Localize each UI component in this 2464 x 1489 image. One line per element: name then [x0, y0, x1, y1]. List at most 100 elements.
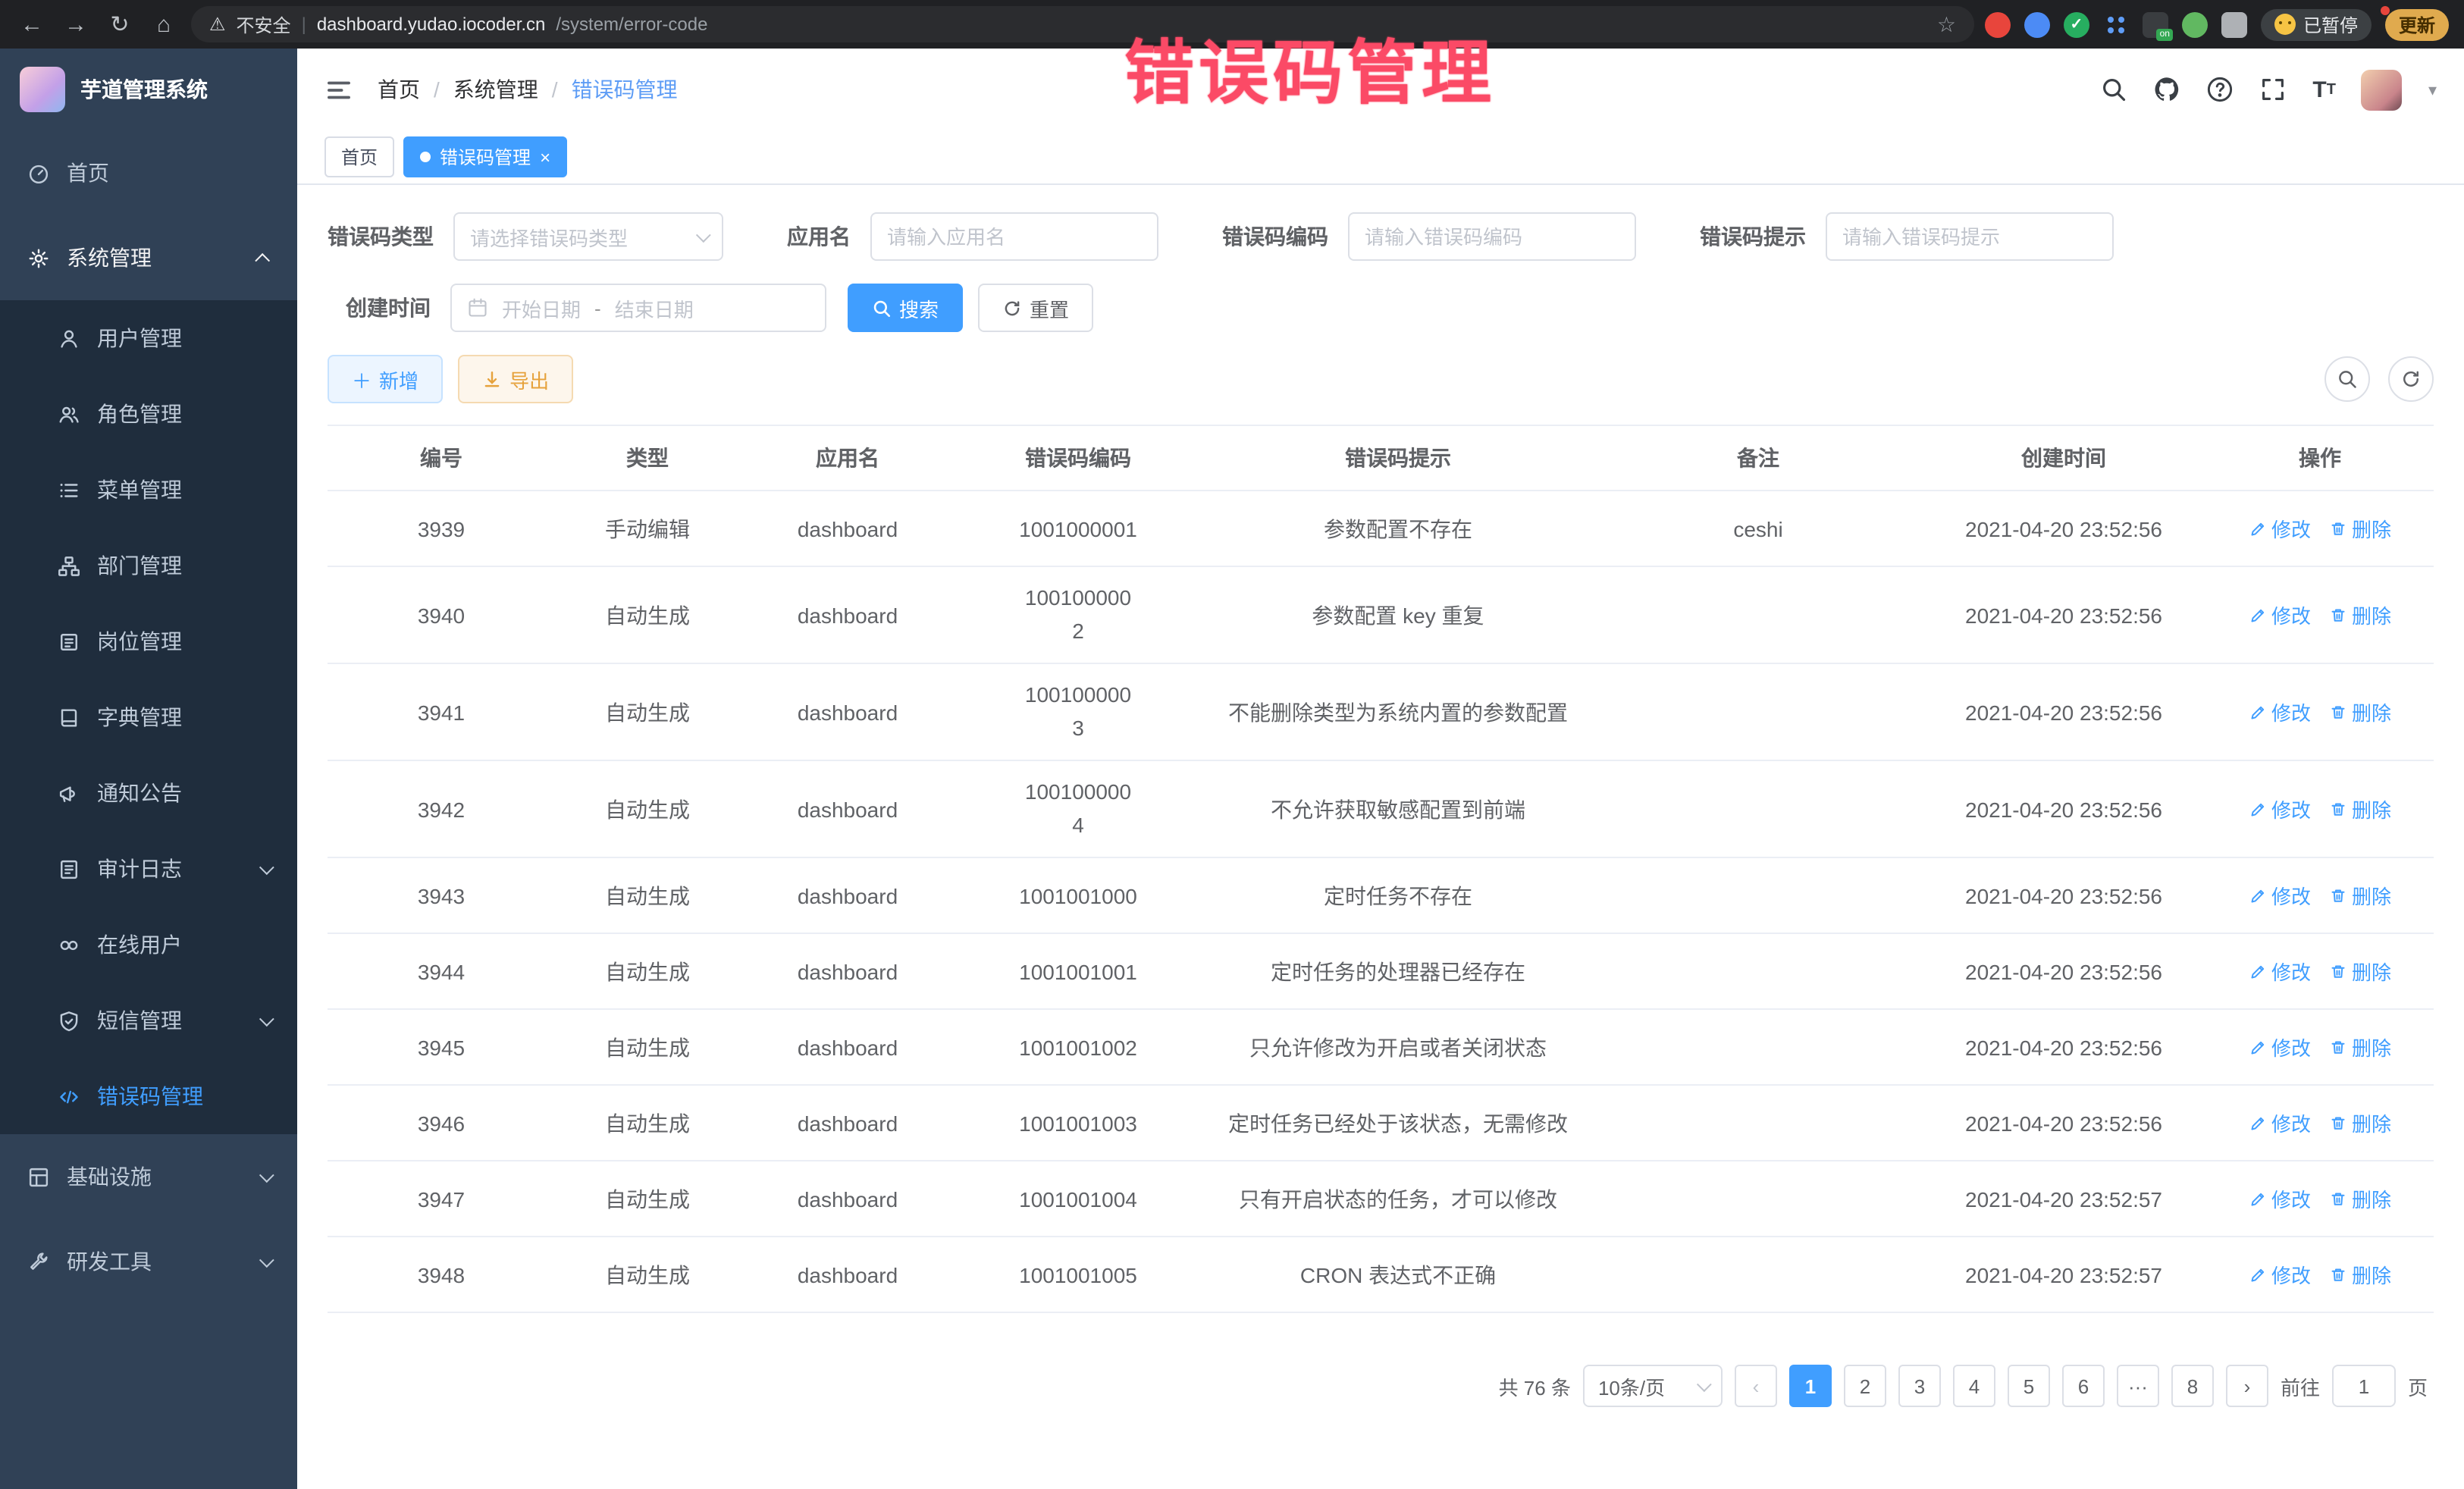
- page-button-2[interactable]: 2: [1844, 1365, 1886, 1407]
- page-button-8[interactable]: 8: [2171, 1365, 2214, 1407]
- delete-link[interactable]: 删除: [2329, 600, 2391, 629]
- edit-link[interactable]: 修改: [2249, 600, 2311, 629]
- table-row: 3940 自动生成 dashboard 1001000002 参数配置 key …: [328, 567, 2434, 664]
- sidebar-item-dept[interactable]: 部门管理: [0, 528, 297, 603]
- sidebar-item-role[interactable]: 角色管理: [0, 376, 297, 452]
- sidebar-item-user[interactable]: 用户管理: [0, 300, 297, 376]
- sidebar-item-infra[interactable]: 基础设施: [0, 1134, 297, 1219]
- edit-link[interactable]: 修改: [2249, 1033, 2311, 1061]
- browser-home-button[interactable]: ⌂: [147, 8, 180, 41]
- app-title: 芋道管理系统: [80, 74, 208, 105]
- edit-link[interactable]: 修改: [2249, 1260, 2311, 1289]
- tab-close-icon[interactable]: ×: [540, 148, 550, 166]
- cell-time: 2021-04-20 23:52:56: [1921, 691, 2206, 733]
- next-page-button[interactable]: ›: [2226, 1365, 2268, 1407]
- search-icon[interactable]: [2100, 76, 2127, 103]
- sidebar-item-dict[interactable]: 字典管理: [0, 679, 297, 755]
- sidebar-item-notice[interactable]: 通知公告: [0, 755, 297, 831]
- breadcrumb-item[interactable]: 错误码管理: [572, 74, 678, 105]
- sidebar-item-post[interactable]: 岗位管理: [0, 603, 297, 679]
- breadcrumb-item[interactable]: 首页: [378, 74, 420, 105]
- cell-actions: 修改 删除: [2206, 688, 2434, 735]
- edit-link[interactable]: 修改: [2249, 881, 2311, 910]
- reset-button[interactable]: 重置: [978, 284, 1093, 332]
- extension-red-icon[interactable]: [1985, 11, 2011, 37]
- sidebar-item-sms[interactable]: 短信管理: [0, 983, 297, 1058]
- delete-link[interactable]: 删除: [2329, 1260, 2391, 1289]
- avatar-caret-icon[interactable]: ▾: [2428, 80, 2437, 99]
- cell-type: 自动生成: [555, 1099, 740, 1147]
- page-button-6[interactable]: 6: [2062, 1365, 2105, 1407]
- delete-link[interactable]: 删除: [2329, 1033, 2391, 1061]
- edit-link[interactable]: 修改: [2249, 697, 2311, 726]
- edit-link[interactable]: 修改: [2249, 795, 2311, 823]
- sidebar-item-errcode[interactable]: 错误码管理: [0, 1058, 297, 1134]
- browser-forward-button[interactable]: →: [59, 8, 92, 41]
- prev-page-button[interactable]: ‹: [1735, 1365, 1777, 1407]
- delete-link[interactable]: 删除: [2329, 881, 2391, 910]
- edit-link[interactable]: 修改: [2249, 1184, 2311, 1213]
- link-icon: [58, 933, 80, 956]
- delete-link[interactable]: 删除: [2329, 1184, 2391, 1213]
- cell-type: 手动编辑: [555, 504, 740, 553]
- extension-dark-icon[interactable]: on: [2143, 11, 2168, 37]
- hamburger-icon[interactable]: [324, 75, 353, 104]
- sidebar-item-online[interactable]: 在线用户: [0, 907, 297, 983]
- page-button-3[interactable]: 3: [1898, 1365, 1941, 1407]
- fullscreen-icon[interactable]: [2259, 76, 2287, 103]
- sidebar-item-home[interactable]: 首页: [0, 130, 297, 215]
- tab-item[interactable]: 首页: [324, 136, 394, 177]
- cell-app: dashboard: [740, 950, 955, 992]
- delete-link[interactable]: 删除: [2329, 957, 2391, 986]
- browser-reload-button[interactable]: ↻: [103, 8, 136, 41]
- error-hint-input[interactable]: [1826, 212, 2114, 261]
- delete-link[interactable]: 删除: [2329, 697, 2391, 726]
- extension-check-icon[interactable]: ✓: [2064, 11, 2089, 37]
- font-size-icon[interactable]: TT: [2312, 77, 2336, 102]
- profile-paused-badge[interactable]: 已暂停: [2261, 8, 2372, 40]
- delete-link[interactable]: 删除: [2329, 1108, 2391, 1137]
- page-button-4[interactable]: 4: [1953, 1365, 1995, 1407]
- error-type-select[interactable]: 请选择错误码类型: [453, 212, 723, 261]
- refresh-button[interactable]: [2388, 356, 2434, 402]
- toggle-search-button[interactable]: [2324, 356, 2370, 402]
- error-code-input[interactable]: [1348, 212, 1636, 261]
- extension-green-icon[interactable]: [2182, 11, 2208, 37]
- extensions-puzzle-icon[interactable]: [2221, 11, 2247, 37]
- cell-id: 3943: [328, 874, 555, 917]
- sidebar-item-devtool[interactable]: 研发工具: [0, 1219, 297, 1304]
- github-icon[interactable]: [2153, 76, 2180, 103]
- app-name-input[interactable]: [870, 212, 1158, 261]
- edit-link[interactable]: 修改: [2249, 514, 2311, 543]
- page-button-5[interactable]: 5: [2008, 1365, 2050, 1407]
- cell-app: dashboard: [740, 1253, 955, 1296]
- add-button[interactable]: ＋ 新增: [328, 355, 443, 403]
- help-icon[interactable]: [2206, 76, 2234, 103]
- edit-link[interactable]: 修改: [2249, 1108, 2311, 1137]
- cell-type: 自动生成: [555, 1174, 740, 1223]
- user-avatar[interactable]: [2362, 69, 2403, 110]
- browser-update-button[interactable]: 更新: [2385, 8, 2449, 40]
- page-button-1[interactable]: 1: [1789, 1365, 1832, 1407]
- export-button[interactable]: 导出: [458, 355, 573, 403]
- address-bar[interactable]: ⚠ 不安全 | dashboard.yudao.iocoder.cn/syste…: [191, 6, 1974, 42]
- breadcrumb-item[interactable]: 系统管理: [453, 74, 538, 105]
- extension-blue-icon[interactable]: [2024, 11, 2050, 37]
- bookmark-star-icon[interactable]: ☆: [1937, 11, 1956, 37]
- page-size-select[interactable]: 10条/页: [1583, 1365, 1723, 1407]
- sidebar-item-system[interactable]: 系统管理: [0, 215, 297, 300]
- cell-code: 1001001001: [955, 950, 1201, 992]
- search-button[interactable]: 搜索: [848, 284, 963, 332]
- delete-link[interactable]: 删除: [2329, 514, 2391, 543]
- delete-link[interactable]: 删除: [2329, 795, 2391, 823]
- sidebar-item-menu[interactable]: 菜单管理: [0, 452, 297, 528]
- browser-back-button[interactable]: ←: [15, 8, 49, 41]
- edit-link[interactable]: 修改: [2249, 957, 2311, 986]
- more-pages-button[interactable]: ···: [2117, 1365, 2159, 1407]
- tab-active[interactable]: 错误码管理 ×: [403, 136, 567, 177]
- goto-page-input[interactable]: [2332, 1365, 2396, 1407]
- extension-grid-icon[interactable]: [2103, 11, 2129, 37]
- filter-type-label: 错误码类型: [328, 221, 434, 252]
- sidebar-item-audit[interactable]: 审计日志: [0, 831, 297, 907]
- date-range-picker[interactable]: 开始日期 - 结束日期: [450, 284, 826, 332]
